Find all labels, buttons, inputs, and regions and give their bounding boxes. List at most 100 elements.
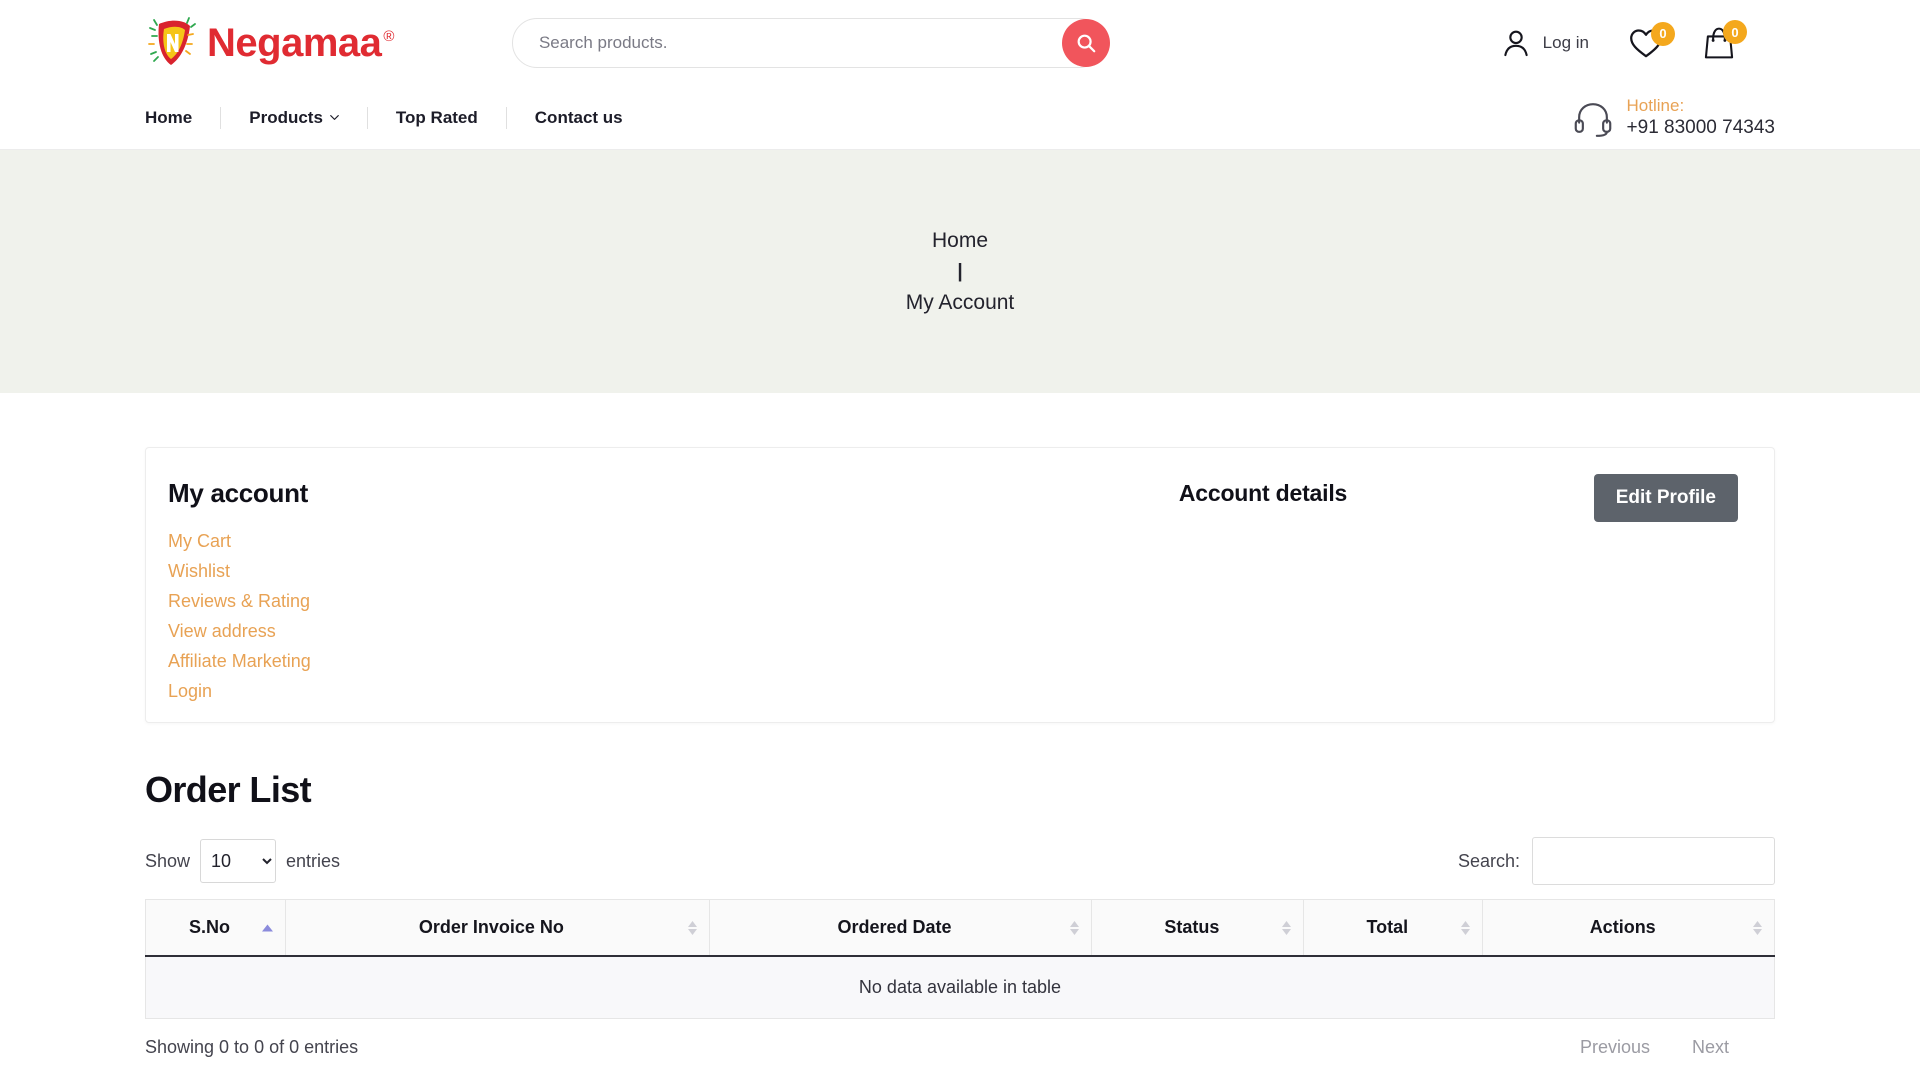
account-title: My account: [168, 478, 788, 509]
column-label: Order Invoice No: [419, 917, 564, 937]
order-table-head: S.No Order Invoice No Ordered Dat: [146, 900, 1775, 957]
hotline-text: Hotline: +91 83000 74343: [1627, 95, 1775, 140]
user-icon: [1499, 26, 1533, 60]
sort-indicator: [1070, 921, 1079, 935]
order-table-body: No data available in table: [146, 956, 1775, 1019]
sort-ascending-icon: [1461, 921, 1470, 927]
show-label: Show: [145, 851, 190, 872]
account-link-affiliate-marketing[interactable]: Affiliate Marketing: [168, 651, 311, 672]
login-label: Log in: [1543, 33, 1589, 53]
wishlist-count-badge: 0: [1651, 22, 1675, 46]
page-banner: Home | My Account: [0, 150, 1920, 393]
account-card: My account My Cart Wishlist Reviews & Ra…: [145, 447, 1775, 723]
cart-count-badge: 0: [1723, 20, 1747, 44]
sort-ascending-icon: [688, 921, 697, 927]
table-info: Showing 0 to 0 of 0 entries: [145, 1037, 358, 1058]
site-header: Negamaa® Log in 0: [0, 0, 1920, 86]
table-controls: Show 10 25 50 100 entries Search:: [145, 837, 1775, 885]
hotline-label: Hotline:: [1627, 95, 1775, 116]
account-menu: My account My Cart Wishlist Reviews & Ra…: [168, 478, 788, 722]
sort-descending-icon: [1753, 929, 1762, 935]
logo-text: Negamaa: [207, 21, 381, 65]
nav-label: Products: [249, 107, 323, 129]
empty-table-message: No data available in table: [146, 956, 1775, 1019]
table-row-empty: No data available in table: [146, 956, 1775, 1019]
column-header-order-invoice-no[interactable]: Order Invoice No: [286, 900, 710, 957]
column-label: Status: [1164, 917, 1219, 937]
sort-descending-icon: [1461, 929, 1470, 935]
sort-descending-icon: [1282, 929, 1291, 935]
nav-label: Top Rated: [396, 107, 478, 129]
breadcrumb-current: My Account: [906, 291, 1015, 315]
login-link[interactable]: Log in: [1499, 26, 1589, 60]
headset-icon: [1573, 98, 1613, 138]
sort-indicator: [1282, 921, 1291, 935]
sort-ascending-icon: [1282, 921, 1291, 927]
search-box[interactable]: [512, 18, 1104, 68]
table-search-input[interactable]: [1532, 837, 1775, 885]
nav-item-contact-us[interactable]: Contact us: [507, 107, 651, 129]
account-link-login[interactable]: Login: [168, 681, 212, 702]
sort-indicator: [1461, 921, 1470, 935]
order-list-title: Order List: [145, 769, 1775, 811]
account-links: My Cart Wishlist Reviews & Rating View a…: [168, 531, 788, 702]
pagination-previous[interactable]: Previous: [1580, 1037, 1650, 1058]
column-label: S.No: [189, 917, 230, 937]
main-navigation: Home Products Top Rated Contact us Hotli…: [0, 86, 1920, 150]
sort-ascending-icon: [1753, 921, 1762, 927]
hotline-number: +91 83000 74343: [1627, 116, 1775, 140]
nav-label: Home: [145, 107, 192, 129]
nav-item-top-rated[interactable]: Top Rated: [368, 107, 507, 129]
main-content: My account My Cart Wishlist Reviews & Ra…: [0, 447, 1920, 1058]
nav-item-home[interactable]: Home: [145, 107, 221, 129]
order-table-header-row: S.No Order Invoice No Ordered Dat: [146, 900, 1775, 957]
registered-trademark-icon: ®: [383, 28, 394, 45]
entries-label: entries: [286, 851, 340, 872]
wishlist-button[interactable]: 0: [1629, 28, 1663, 59]
edit-profile-button[interactable]: Edit Profile: [1594, 474, 1738, 522]
site-logo[interactable]: Negamaa®: [145, 14, 394, 72]
sort-indicator: [688, 921, 697, 935]
show-entries-control: Show 10 25 50 100 entries: [145, 839, 340, 883]
column-header-total[interactable]: Total: [1304, 900, 1483, 957]
breadcrumb-home[interactable]: Home: [932, 229, 988, 253]
nav-list: Home Products Top Rated Contact us: [145, 107, 651, 129]
column-header-status[interactable]: Status: [1092, 900, 1304, 957]
account-link-reviews-rating[interactable]: Reviews & Rating: [168, 591, 310, 612]
logo-wordmark: Negamaa®: [207, 21, 394, 66]
pagination: Previous Next: [1580, 1037, 1775, 1058]
search-button[interactable]: [1062, 19, 1110, 67]
header-actions: Log in 0 0: [1499, 26, 1880, 60]
search-input[interactable]: [539, 33, 1043, 53]
pagination-next[interactable]: Next: [1692, 1037, 1729, 1058]
sort-ascending-icon: [262, 924, 273, 931]
nav-item-products[interactable]: Products: [221, 107, 368, 129]
sort-indicator-active: [262, 924, 273, 931]
sort-ascending-icon: [1070, 921, 1079, 927]
column-header-ordered-date[interactable]: Ordered Date: [709, 900, 1092, 957]
search-bar: [512, 18, 1104, 68]
hotline-block[interactable]: Hotline: +91 83000 74343: [1573, 95, 1775, 140]
column-label: Actions: [1590, 917, 1656, 937]
order-table: S.No Order Invoice No Ordered Dat: [145, 899, 1775, 1019]
account-link-wishlist[interactable]: Wishlist: [168, 561, 230, 582]
sort-descending-icon: [1070, 929, 1079, 935]
column-header-sno[interactable]: S.No: [146, 900, 286, 957]
table-search-control: Search:: [1458, 837, 1775, 885]
breadcrumb-separator: |: [957, 261, 962, 283]
table-search-label: Search:: [1458, 851, 1520, 872]
nav-label: Contact us: [535, 107, 623, 129]
chevron-down-icon: [330, 113, 339, 122]
account-link-view-address[interactable]: View address: [168, 621, 276, 642]
column-label: Total: [1366, 917, 1408, 937]
sort-indicator: [1753, 921, 1762, 935]
cart-button[interactable]: 0: [1703, 26, 1735, 60]
sort-descending-icon: [688, 929, 697, 935]
column-header-actions[interactable]: Actions: [1483, 900, 1775, 957]
entries-per-page-select[interactable]: 10 25 50 100: [200, 839, 276, 883]
table-footer: Showing 0 to 0 of 0 entries Previous Nex…: [145, 1037, 1775, 1058]
search-icon: [1075, 32, 1097, 54]
logo-shield-icon: [145, 14, 201, 72]
account-link-my-cart[interactable]: My Cart: [168, 531, 231, 552]
column-label: Ordered Date: [838, 917, 952, 937]
